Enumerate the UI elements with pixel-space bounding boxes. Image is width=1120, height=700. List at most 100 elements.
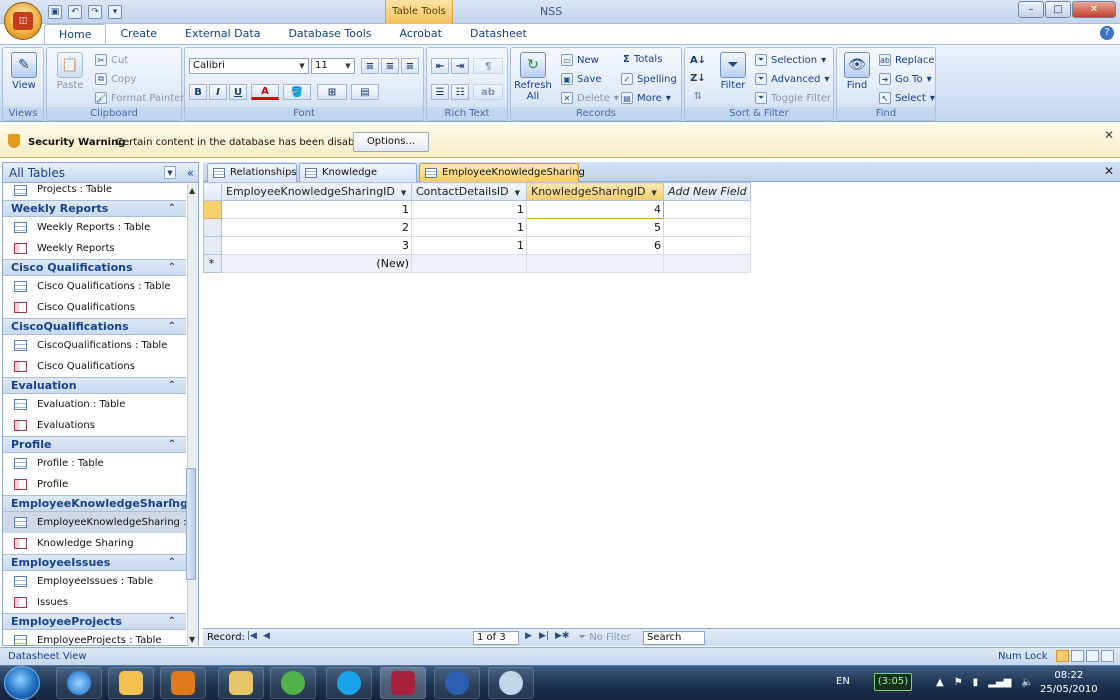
table-cell[interactable] (526, 254, 664, 273)
align-center-button[interactable]: ≡ (381, 58, 399, 74)
nav-item[interactable]: CiscoQualifications : Table (3, 335, 186, 356)
clear-sort-button[interactable]: ⇅ (689, 88, 707, 104)
table-cell[interactable]: 3 (221, 236, 412, 255)
table-cell[interactable] (663, 218, 751, 237)
nav-item[interactable]: Profile : Table (3, 453, 186, 474)
view-button[interactable]: ✎ View (9, 52, 39, 91)
collapse-chevron-icon[interactable]: ⌃ (168, 260, 176, 276)
nav-item[interactable]: Cisco Qualifications (3, 356, 186, 377)
nav-item[interactable]: Cisco Qualifications : Table (3, 276, 186, 297)
tab-create[interactable]: Create (106, 24, 171, 44)
nav-item[interactable]: Issues (3, 592, 186, 613)
pivottable-view-icon[interactable] (1071, 650, 1084, 662)
column-header[interactable]: KnowledgeSharingID ▼ (526, 182, 664, 201)
signal-icon[interactable]: ▂▄▆ (988, 677, 1011, 688)
font-size-select[interactable]: 11 ▼ (311, 58, 355, 74)
more-button[interactable]: ▤ More ▾ (621, 92, 671, 104)
nav-item[interactable]: Weekly Reports : Table (3, 217, 186, 238)
underline-button[interactable]: U (229, 84, 247, 100)
selection-button[interactable]: ⏷ Selection ▾ (755, 54, 826, 66)
office-button[interactable]: ◫ (4, 2, 42, 40)
taskbar-paint[interactable] (488, 667, 534, 699)
nav-group-header[interactable]: EmployeeIssues ⌃ (3, 554, 186, 571)
taskbar-access[interactable] (380, 667, 426, 699)
sort-descending-button[interactable]: Z↓ (689, 70, 707, 86)
pivotchart-view-icon[interactable] (1086, 650, 1099, 662)
collapse-chevron-icon[interactable]: ⌃ (168, 614, 176, 630)
nav-item[interactable]: Weekly Reports (3, 238, 186, 259)
tab-employee-knowledge-sharing[interactable]: EmployeeKnowledgeSharing (419, 163, 585, 182)
table-cell[interactable] (663, 200, 751, 219)
new-record-marker[interactable]: * (203, 254, 222, 273)
tab-relationships[interactable]: Relationships (207, 163, 297, 182)
cut-button[interactable]: ✂ Cut (95, 54, 128, 66)
nav-group-header[interactable]: Cisco Qualifications ⌃ (3, 259, 186, 276)
collapse-chevron-icon[interactable]: ⌃ (168, 555, 176, 571)
nav-item[interactable]: EmployeeProjects : Table (3, 630, 186, 646)
show-hidden-icon[interactable]: ▲ (936, 677, 944, 688)
nav-item[interactable]: Cisco Qualifications (3, 297, 186, 318)
nav-header[interactable]: All Tables ▼ « (3, 163, 198, 183)
last-record-icon[interactable]: ▶| (539, 631, 549, 641)
nav-group-header[interactable]: EmployeeKnowledgeSharing ⌃ (3, 495, 186, 512)
maximize-button[interactable]: □ (1045, 1, 1071, 18)
nav-item[interactable]: EmployeeKnowledgeSharing :... (3, 512, 186, 533)
column-header[interactable]: ContactDetailsID ▼ (411, 182, 527, 201)
chevron-down-icon[interactable]: ▼ (401, 189, 406, 197)
increase-indent-button[interactable]: ⇥ (451, 58, 469, 74)
refresh-all-button[interactable]: ↻ Refresh All (513, 52, 553, 102)
record-position-input[interactable]: 1 of 3 (473, 631, 519, 645)
select-all-cell[interactable] (203, 182, 222, 201)
save-record-button[interactable]: ▣ Save (561, 73, 602, 85)
close-document-icon[interactable]: ✕ (1104, 164, 1114, 178)
alternate-fill-button[interactable]: ▤ (351, 84, 379, 100)
taskbar-help[interactable] (434, 667, 480, 699)
align-right-button[interactable]: ≡ (401, 58, 419, 74)
delete-record-button[interactable]: ✕ Delete ▾ (561, 92, 619, 104)
taskbar-media-player[interactable] (160, 667, 206, 699)
nav-item[interactable]: Projects : Table (3, 184, 186, 200)
new-record-nav-icon[interactable]: ▶✱ (555, 631, 569, 641)
decrease-indent-button[interactable]: ⇤ (431, 58, 449, 74)
toggle-filter-button[interactable]: ⏷ Toggle Filter (755, 92, 831, 104)
add-new-field-header[interactable]: Add New Field (663, 182, 751, 201)
previous-record-icon[interactable]: ◀ (263, 631, 270, 641)
battery-icon[interactable]: ▮ (973, 677, 979, 688)
taskbar-messenger[interactable] (270, 667, 316, 699)
record-selector[interactable] (203, 236, 222, 255)
language-indicator[interactable]: EN (836, 676, 850, 687)
flag-icon[interactable]: ⚑ (954, 677, 963, 688)
table-cell[interactable]: 5 (526, 218, 664, 237)
collapse-chevron-icon[interactable]: ⌃ (168, 319, 176, 335)
battery-indicator[interactable]: (3:05) (874, 673, 912, 691)
italic-button[interactable]: I (209, 84, 227, 100)
nav-group-header[interactable]: EmployeeProjects ⌃ (3, 613, 186, 630)
record-selector[interactable] (203, 218, 222, 237)
datasheet-view-icon[interactable] (1056, 650, 1069, 662)
highlight-button[interactable]: ab (473, 84, 503, 100)
nav-group-header[interactable]: Weekly Reports ⌃ (3, 200, 186, 217)
bullets-button[interactable]: ☰ (431, 84, 449, 100)
chevron-down-icon[interactable]: ▼ (164, 166, 176, 179)
column-header[interactable]: EmployeeKnowledgeSharingID ▼ (221, 182, 412, 201)
table-cell[interactable]: 2 (221, 218, 412, 237)
totals-button[interactable]: Σ Totals (623, 54, 662, 65)
collapse-chevron-icon[interactable]: ⌃ (168, 378, 176, 394)
chevron-down-icon[interactable]: ▼ (515, 189, 520, 197)
first-record-icon[interactable]: |◀ (247, 631, 257, 641)
design-view-icon[interactable] (1101, 650, 1114, 662)
options-button[interactable]: Options... (353, 132, 429, 152)
nav-scroll-thumb[interactable] (186, 468, 196, 580)
redo-icon[interactable]: ↷ (88, 5, 102, 19)
bold-button[interactable]: B (189, 84, 207, 100)
collapse-pane-icon[interactable]: « (187, 163, 194, 183)
nav-item[interactable]: EmployeeIssues : Table (3, 571, 186, 592)
tab-home[interactable]: Home (44, 24, 107, 44)
table-cell[interactable]: 1 (411, 200, 527, 219)
customize-icon[interactable]: ▾ (108, 5, 122, 19)
search-input[interactable]: Search (643, 631, 705, 645)
nav-group-header[interactable]: CiscoQualifications ⌃ (3, 318, 186, 335)
nav-item[interactable]: Knowledge Sharing (3, 533, 186, 554)
find-button[interactable]: 👁 Find (841, 52, 873, 91)
taskbar-ie[interactable] (56, 667, 102, 699)
